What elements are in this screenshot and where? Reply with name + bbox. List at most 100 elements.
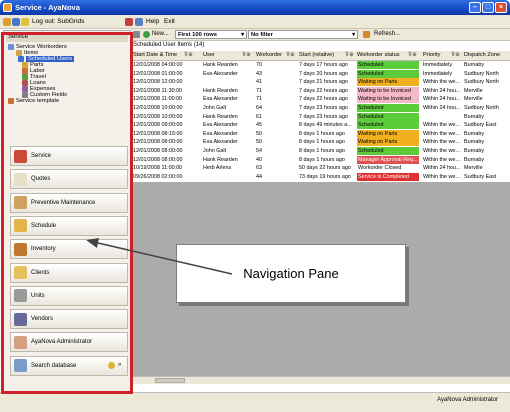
table-row[interactable]: 12/01/2008 08:00:00 AM John Galt 54 8 days … xyxy=(131,147,510,155)
callout-box: Navigation Pane xyxy=(176,244,406,303)
cell-priority: Within the we... xyxy=(423,148,460,154)
cell-rel: 8 days 1 hours ago xyxy=(299,130,345,137)
cell-zone: Sudbury East xyxy=(464,173,497,180)
cell-status: Scheduled xyxy=(357,104,419,112)
x-icon[interactable] xyxy=(125,18,133,26)
navigation-pane: Service Service Workorders Items Scheduled… xyxy=(3,30,131,392)
col-filter-icon[interactable]: ⊽⊕ xyxy=(184,52,193,58)
table-row[interactable]: 12/01/2008 10:00:00 AM John Galt 64 7 days … xyxy=(131,104,510,112)
col-start-relative[interactable]: Start (relative) xyxy=(299,52,334,58)
table-row[interactable]: 12/01/2008 08:00:00 AM Eva Alexander 50 8 d… xyxy=(131,138,510,147)
col-filter-icon[interactable]: ⊽⊕ xyxy=(242,52,251,58)
scroll-thumb[interactable] xyxy=(155,378,185,383)
cell-rel: 8 days 1 hours ago xyxy=(299,139,345,146)
refresh-button[interactable]: Refresh... xyxy=(374,31,400,37)
table-row[interactable]: 12/01/2008 08:15:00 AM Eva Alexander 50 8 d… xyxy=(131,129,510,138)
col-filter-icon[interactable]: ⊽⊕ xyxy=(451,52,460,58)
table-row[interactable]: 09/26/2008 02:00:00 PM 44 73 days 19 hours… xyxy=(131,172,510,181)
nav-chevron-icon[interactable]: » xyxy=(118,362,121,368)
tree-node[interactable]: Service template xyxy=(8,98,59,104)
cell-user: Hank Rearden xyxy=(203,113,238,120)
cell-rel: 7 days 23 hours ago xyxy=(299,105,348,111)
tree-node-label: Service template xyxy=(16,98,60,104)
cell-status: Waiting to be Invoiced xyxy=(357,86,419,95)
cell-start: 12/01/2008 09:00:00 AM xyxy=(133,122,183,129)
app-icon xyxy=(3,3,12,12)
cell-status: Service is Completed xyxy=(357,172,419,181)
cell-start: 12/01/2008 08:00:00 AM xyxy=(133,156,183,163)
minimize-button[interactable]: – xyxy=(469,2,481,13)
cell-priority: Immediately xyxy=(423,70,453,77)
print-icon[interactable] xyxy=(133,31,140,38)
cell-status: Scheduled xyxy=(357,61,419,69)
status-user: AyaNova Administrator xyxy=(437,397,498,403)
cell-user xyxy=(203,173,255,181)
cell-start: 12/01/2008 01:00:00 PM xyxy=(133,70,183,77)
col-workorder-status[interactable]: Workorder status xyxy=(357,52,400,58)
menu-logout[interactable]: Log out: SubGrids xyxy=(32,18,84,25)
users-icon[interactable] xyxy=(3,18,11,26)
col-filter-icon[interactable]: ⊽⊕ xyxy=(345,52,354,58)
nav-button-service[interactable]: Service xyxy=(10,146,128,166)
menu-exit[interactable]: Exit xyxy=(164,18,175,25)
horizontal-scrollbar[interactable] xyxy=(131,376,510,384)
table-row[interactable]: 12/01/2008 11:00:00 AM Eva Alexander 71 7 d… xyxy=(131,95,510,104)
grid-title: Scheduled User Items (14) xyxy=(131,41,510,50)
cell-rel: 8 days 1 hours ago xyxy=(299,156,345,163)
cell-rel: 7 days 20 hours ago xyxy=(299,70,348,77)
table-row[interactable]: 12/01/2008 10:00:00 AM Hank Rearden 61 7 da… xyxy=(131,112,510,121)
nav-button-ayanova-administrator[interactable]: AyaNova Administrator xyxy=(10,332,128,353)
col-filter-icon[interactable]: ⊽⊕ xyxy=(286,52,295,58)
table-row[interactable]: 10/19/2008 11:00:00 AM Herb Arlens 63 50 da… xyxy=(131,164,510,173)
filter-select[interactable]: No filter ▾ xyxy=(248,30,358,39)
cell-zone: Merville xyxy=(464,87,483,94)
refresh-icon[interactable] xyxy=(363,31,370,38)
cell-start: 12/01/2008 04:00:00 PM xyxy=(133,62,183,68)
table-row[interactable]: 12/01/2008 04:00:00 PM Hank Rearden 70 7 da… xyxy=(131,61,510,69)
cell-user: Eva Alexander xyxy=(203,70,238,77)
cell-zone: Burnaby xyxy=(464,62,485,68)
table-row[interactable]: 12/01/2008 01:00:00 PM Eva Alexander 43 7 d… xyxy=(131,69,510,78)
nav-options-icon[interactable] xyxy=(108,362,115,369)
calendar-icon xyxy=(14,196,27,210)
close-button[interactable]: × xyxy=(495,2,507,13)
cell-priority: Within 24 hou... xyxy=(423,87,461,94)
sun-icon[interactable] xyxy=(21,18,29,26)
menu-help[interactable]: Help xyxy=(146,18,159,25)
cell-priority: Within the we... xyxy=(423,122,460,129)
cell-priority: Within the we... xyxy=(423,79,460,86)
cell-start: 12/01/2008 10:00:00 AM xyxy=(133,105,183,111)
table-row[interactable]: 12/01/2008 08:00:00 AM Hank Rearden 40 8 da… xyxy=(131,155,510,164)
table-row[interactable]: 12/01/2008 12:00:00 PM 41 7 days 21 hours … xyxy=(131,78,510,87)
rows-select[interactable]: First 100 rows ▾ xyxy=(175,30,247,39)
col-start-date[interactable]: Start Date & Time xyxy=(133,52,177,58)
maximize-button[interactable]: □ xyxy=(482,2,494,13)
cell-status: Workorder Closed xyxy=(357,164,419,173)
nav-button-preventive-maintenance[interactable]: Preventive Maintenance xyxy=(10,192,128,213)
col-dispatch-zone[interactable]: Dispatch Zone xyxy=(464,52,500,58)
nav-button-inventory[interactable]: Inventory xyxy=(10,239,128,260)
cell-priority: Within the we... xyxy=(423,139,460,146)
nav-button-schedule[interactable]: Schedule xyxy=(10,215,128,236)
quote-doc-icon xyxy=(14,172,27,186)
nav-button-vendors[interactable]: Vendors xyxy=(10,309,128,330)
nav-button-clients[interactable]: Clients xyxy=(10,262,128,283)
nav-button-quotes[interactable]: Quotes xyxy=(10,169,128,190)
new-icon[interactable] xyxy=(143,31,150,38)
doc-icon[interactable] xyxy=(135,18,143,26)
table-row[interactable]: 12/01/2008 09:00:00 AM Eva Alexander 45 8 d… xyxy=(131,121,510,130)
cell-start: 12/01/2008 10:00:00 AM xyxy=(133,113,183,120)
new-button[interactable]: New... xyxy=(152,31,169,37)
cell-status: Manager Approval Req... xyxy=(357,155,419,164)
cell-priority xyxy=(423,113,463,121)
cell-zone: Sudbury East xyxy=(464,122,497,129)
nav-button-units[interactable]: Units xyxy=(10,285,128,306)
col-priority[interactable]: Priority xyxy=(423,52,440,58)
table-row[interactable]: 12/01/2008 11:30:00 AM Hank Rearden 71 7 da… xyxy=(131,86,510,95)
cell-start: 12/01/2008 11:00:00 AM xyxy=(133,96,183,103)
col-filter-icon[interactable]: ⊽⊕ xyxy=(408,52,417,58)
filter-dropdown-icon: ▾ xyxy=(352,32,355,38)
col-user[interactable]: User xyxy=(203,52,215,58)
col-workorder[interactable]: Workorder xyxy=(256,52,282,58)
home-icon[interactable] xyxy=(12,18,20,26)
